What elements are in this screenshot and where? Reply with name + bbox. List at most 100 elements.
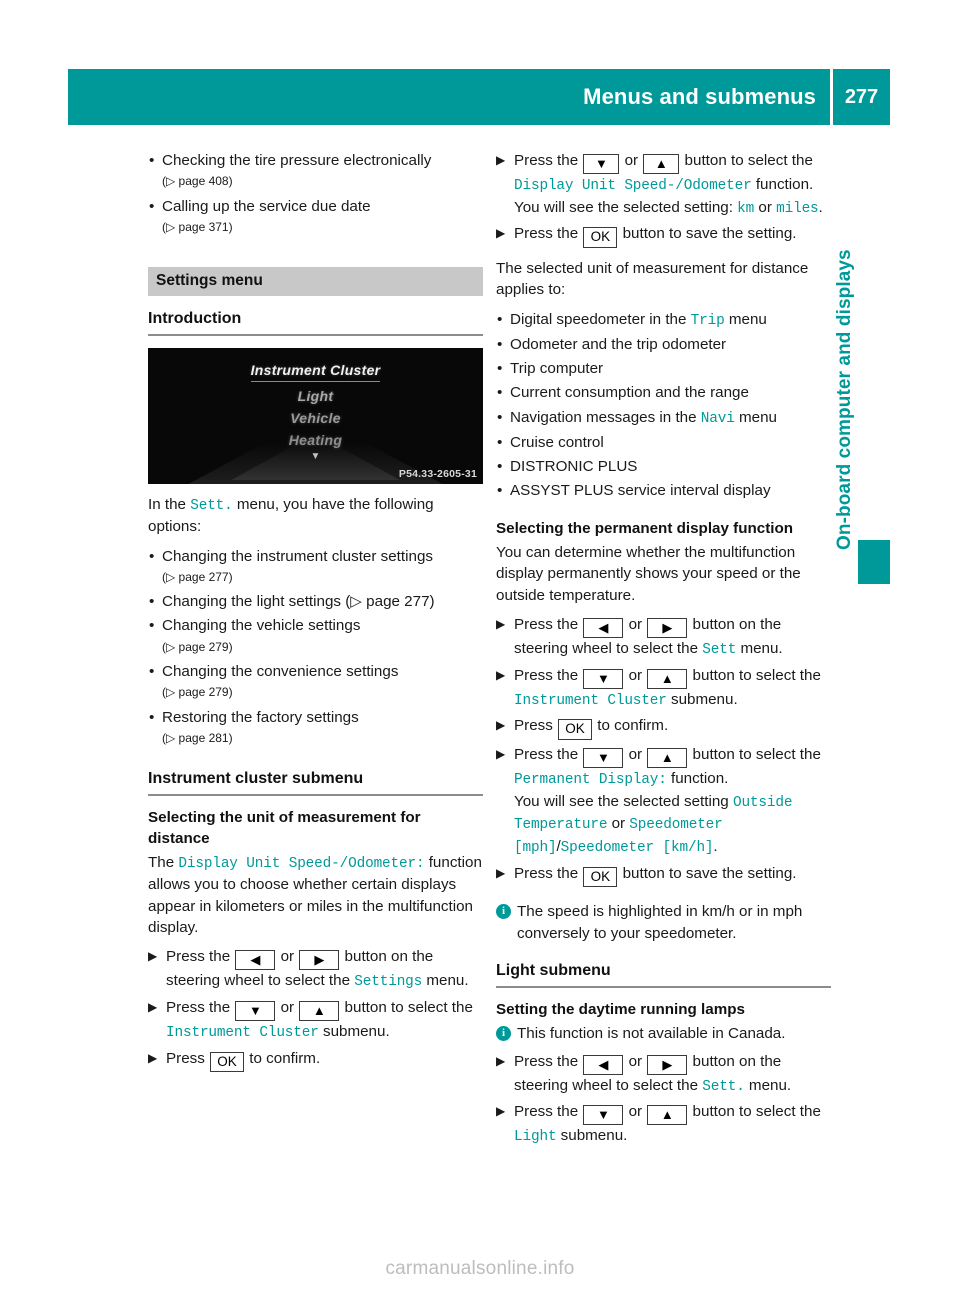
page-reference: (▷ page 279) xyxy=(162,685,233,700)
note-speed-highlight: i The speed is highlighted in km/h or in… xyxy=(496,901,831,944)
intro-lead-pre: In the xyxy=(148,496,191,514)
list-item-text: Cruise control xyxy=(510,433,604,451)
light-submenu-steps-list: ▶ Press the ◀ or ▶ button on the steerin… xyxy=(496,1051,831,1148)
down-arrow-button[interactable]: ▼ xyxy=(583,1105,624,1126)
down-arrow-button[interactable]: ▼ xyxy=(583,747,624,768)
list-item-text: ASSYST PLUS service interval display xyxy=(510,482,771,500)
up-arrow-button[interactable]: ▲ xyxy=(299,1000,340,1021)
ui-string-instrument-cluster: Instrument Cluster xyxy=(166,1024,319,1041)
step-text-pre: Press the xyxy=(514,152,583,169)
step-marker-icon: ▶ xyxy=(496,226,506,241)
info-icon: i xyxy=(496,1026,511,1042)
page-reference: (▷ page 277) xyxy=(162,569,233,584)
step-marker-icon: ▶ xyxy=(496,1053,506,1068)
step-text-post: to confirm. xyxy=(245,1049,321,1067)
step-marker-icon: ▶ xyxy=(496,667,506,682)
page-header: Menus and submenus 277 xyxy=(68,69,890,125)
down-arrow-button[interactable]: ▼ xyxy=(235,1000,276,1021)
settings-options-list: • Changing the instrument cluster settin… xyxy=(148,546,483,750)
page-reference: (▷ page 281) xyxy=(162,730,233,745)
heading-daytime-running-lamps: Setting the daytime running lamps xyxy=(496,1000,745,1018)
step-text-post: button to select the xyxy=(680,152,813,169)
list-item: • DISTRONIC PLUS xyxy=(496,456,831,477)
permanent-display-paragraph: You can determine whether the multifunct… xyxy=(496,544,801,604)
list-item: • Trip computer xyxy=(496,358,831,379)
ui-string-navi: Navi xyxy=(700,410,735,427)
bullet-icon: • xyxy=(149,152,155,169)
list-item-text: Digital speedometer in the xyxy=(510,310,691,328)
left-column: • Checking the tire pressure electronica… xyxy=(148,150,483,1076)
up-arrow-button[interactable]: ▲ xyxy=(647,668,688,689)
ok-button[interactable]: OK xyxy=(558,719,593,740)
step-text-tail: submenu. xyxy=(556,1127,628,1145)
sub-text-pre: You will see the selected setting: xyxy=(514,198,738,216)
up-arrow-button[interactable]: ▲ xyxy=(647,747,688,768)
note-text: This function is not available in Canada… xyxy=(517,1025,786,1043)
bullet-icon: • xyxy=(149,593,155,611)
step-item: ▶ Press the ▼ or ▲ button to select the … xyxy=(496,150,831,219)
step-text-mid: or xyxy=(624,1103,647,1121)
right-column: ▶ Press the ▼ or ▲ button to select the … xyxy=(496,150,831,1152)
ui-string-instrument-cluster: Instrument Cluster xyxy=(514,692,667,709)
bullet-icon: • xyxy=(497,408,503,426)
intro-bullet-list: • Checking the tire pressure electronica… xyxy=(148,150,483,238)
left-arrow-button[interactable]: ◀ xyxy=(235,950,276,971)
list-item-text: Changing the instrument cluster settings xyxy=(162,547,433,565)
heading-rule xyxy=(496,985,831,988)
down-arrow-button[interactable]: ▼ xyxy=(583,154,620,174)
left-arrow-button[interactable]: ◀ xyxy=(583,1054,624,1075)
step-text-mid: or xyxy=(624,666,647,684)
step-text-pre: Press xyxy=(166,1049,210,1067)
bullet-icon: • xyxy=(149,662,155,680)
up-arrow-button[interactable]: ▲ xyxy=(643,154,680,174)
cluster-menu-list: Instrument Cluster Light Vehicle Heating xyxy=(148,362,483,454)
step-text-pre: Press the xyxy=(514,1103,583,1121)
ok-button[interactable]: OK xyxy=(583,866,618,888)
bullet-icon: • xyxy=(149,617,155,635)
ui-string-speedometer-kmh: Speedometer [km/h] xyxy=(560,840,714,857)
page-reference: (▷ page 408) xyxy=(162,174,233,189)
list-item-text: Navigation messages in the xyxy=(510,408,701,426)
list-item: • Navigation messages in the Navi menu xyxy=(496,407,831,429)
right-arrow-button[interactable]: ▶ xyxy=(647,617,688,638)
down-arrow-button[interactable]: ▼ xyxy=(583,668,624,689)
heading-rule xyxy=(148,334,483,337)
up-arrow-button[interactable]: ▲ xyxy=(647,1105,688,1126)
list-item-text: Checking the tire pressure electronicall… xyxy=(162,152,432,169)
ok-button[interactable]: OK xyxy=(210,1051,245,1073)
step-text-tail: menu. xyxy=(744,1076,792,1094)
step-text-pre: Press the xyxy=(514,745,583,763)
step-item: ▶ Press the OK button to save the settin… xyxy=(496,223,831,248)
step-item: ▶ Press the ▼ or ▲ button to select the … xyxy=(148,997,483,1044)
step-text-post: button to select the xyxy=(688,745,821,763)
right-arrow-button[interactable]: ▶ xyxy=(299,950,340,971)
scroll-down-arrow-icon: ▼ xyxy=(310,451,321,463)
page-reference: (▷ page 371) xyxy=(162,219,233,234)
chapter-side-tab: On-board computer and displays xyxy=(834,150,890,550)
image-code-label: P54.33-2605-31 xyxy=(398,468,477,481)
list-item-text-post: menu xyxy=(724,310,767,328)
step-marker-icon: ▶ xyxy=(496,865,506,880)
list-item-text: Changing the light settings (▷ page 277) xyxy=(162,593,435,611)
list-item: • Odometer and the trip odometer xyxy=(496,334,831,355)
right-arrow-button[interactable]: ▶ xyxy=(647,1054,688,1075)
page-reference: (▷ page 279) xyxy=(162,639,233,654)
step-text-tail: submenu. xyxy=(318,1022,390,1040)
header-page-block: 277 xyxy=(833,69,890,125)
ui-string-miles: miles xyxy=(776,200,819,217)
step-text-tail: submenu. xyxy=(666,690,738,708)
list-item: • Calling up the service due date (▷ pag… xyxy=(148,196,483,239)
left-arrow-button[interactable]: ◀ xyxy=(583,617,624,638)
bullet-icon: • xyxy=(497,433,503,451)
bullet-icon: • xyxy=(149,708,155,726)
step-text-mid: or xyxy=(624,1052,647,1070)
ui-string-display-unit: Display Unit Speed-/Odometer: xyxy=(178,856,425,873)
step-marker-icon: ▶ xyxy=(148,1050,158,1065)
list-item: • Cruise control xyxy=(496,432,831,453)
heading-light-submenu: Light submenu xyxy=(496,961,611,979)
permanent-display-steps-list: ▶ Press the ◀ or ▶ button on the steerin… xyxy=(496,614,831,888)
step-marker-icon: ▶ xyxy=(496,616,506,631)
heading-select-unit-of-measurement: Selecting the unit of measurement for di… xyxy=(148,809,421,847)
step-item: ▶ Press the ◀ or ▶ button on the steerin… xyxy=(496,1051,831,1098)
ok-button[interactable]: OK xyxy=(583,227,618,248)
